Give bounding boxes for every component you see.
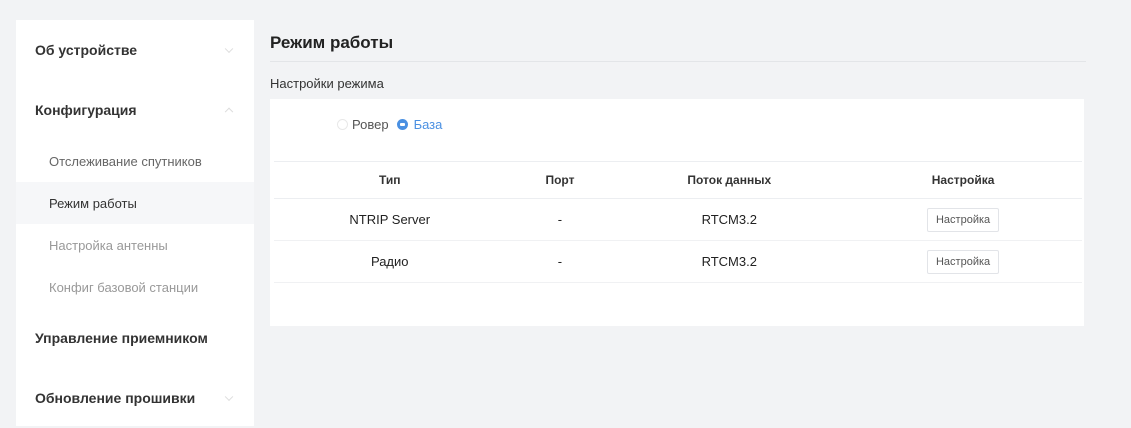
sidebar-item-base-config[interactable]: Конфиг базовой станции (16, 266, 254, 308)
base-label[interactable]: База (414, 117, 443, 132)
sidebar-item-label: Конфиг базовой станции (49, 279, 199, 295)
sidebar-item-satellite-tracking[interactable]: Отслеживание спутников (16, 140, 254, 182)
cell-type: Радио (274, 240, 506, 283)
table-header-row: Тип Порт Поток данных Настройка (274, 161, 1082, 199)
base-radio[interactable] (396, 119, 408, 130)
page-title: Режим работы (270, 30, 1086, 62)
cell-port: - (505, 240, 615, 283)
cell-type: NTRIP Server (274, 198, 506, 241)
column-header-port: Порт (505, 161, 615, 199)
sidebar-item-about[interactable]: Об устройстве (16, 20, 254, 80)
sidebar-item-label: Настройка антенны (49, 237, 168, 253)
rover-radio[interactable] (337, 119, 348, 130)
mode-settings-card: Ровер База Тип Порт Поток данных Настрой… (270, 99, 1084, 326)
cell-port: - (505, 198, 615, 241)
cell-action: Настройка (844, 198, 1082, 241)
sidebar-item-label: Управление приемником (35, 330, 208, 346)
sidebar-item-label: Отслеживание спутников (49, 153, 202, 169)
cell-stream: RTCM3.2 (614, 240, 845, 283)
column-header-stream: Поток данных (614, 161, 845, 199)
chevron-down-icon (224, 44, 234, 54)
sidebar-item-firmware[interactable]: Обновление прошивки (16, 368, 254, 428)
column-header-type: Тип (274, 161, 506, 199)
table-row: NTRIP Server - RTCM3.2 Настройка (274, 198, 1082, 241)
sidebar-item-config[interactable]: Конфигурация (16, 80, 254, 140)
sidebar-item-work-mode[interactable]: Режим работы (16, 182, 254, 224)
cell-stream: RTCM3.2 (614, 198, 845, 241)
app-frame: Об устройстве Конфигурация Отслеживание … (0, 0, 1131, 426)
section-title: Настройки режима (270, 76, 384, 91)
main-content: Режим работы Настройки режима Ровер База… (270, 30, 1116, 326)
mode-radio-group: Ровер База (337, 117, 442, 132)
sidebar: Об устройстве Конфигурация Отслеживание … (16, 20, 254, 426)
chevron-up-icon (224, 107, 234, 117)
sidebar-item-label: Конфигурация (35, 102, 137, 118)
chevron-down-icon (224, 392, 234, 402)
settings-button[interactable]: Настройка (926, 207, 1000, 232)
settings-button[interactable]: Настройка (926, 249, 1000, 274)
sidebar-item-label: Об устройстве (35, 42, 138, 58)
sidebar-item-antenna[interactable]: Настройка антенны (16, 224, 254, 266)
sidebar-item-label: Обновление прошивки (35, 390, 196, 406)
rover-label[interactable]: Ровер (352, 117, 389, 132)
data-stream-table: Тип Порт Поток данных Настройка NTRIP Se… (274, 161, 1082, 283)
cell-action: Настройка (844, 240, 1082, 283)
column-header-settings: Настройка (844, 161, 1082, 199)
sidebar-item-label: Режим работы (49, 195, 137, 211)
table-row: Радио - RTCM3.2 Настройка (274, 240, 1082, 283)
sidebar-item-receiver[interactable]: Управление приемником (16, 308, 254, 368)
